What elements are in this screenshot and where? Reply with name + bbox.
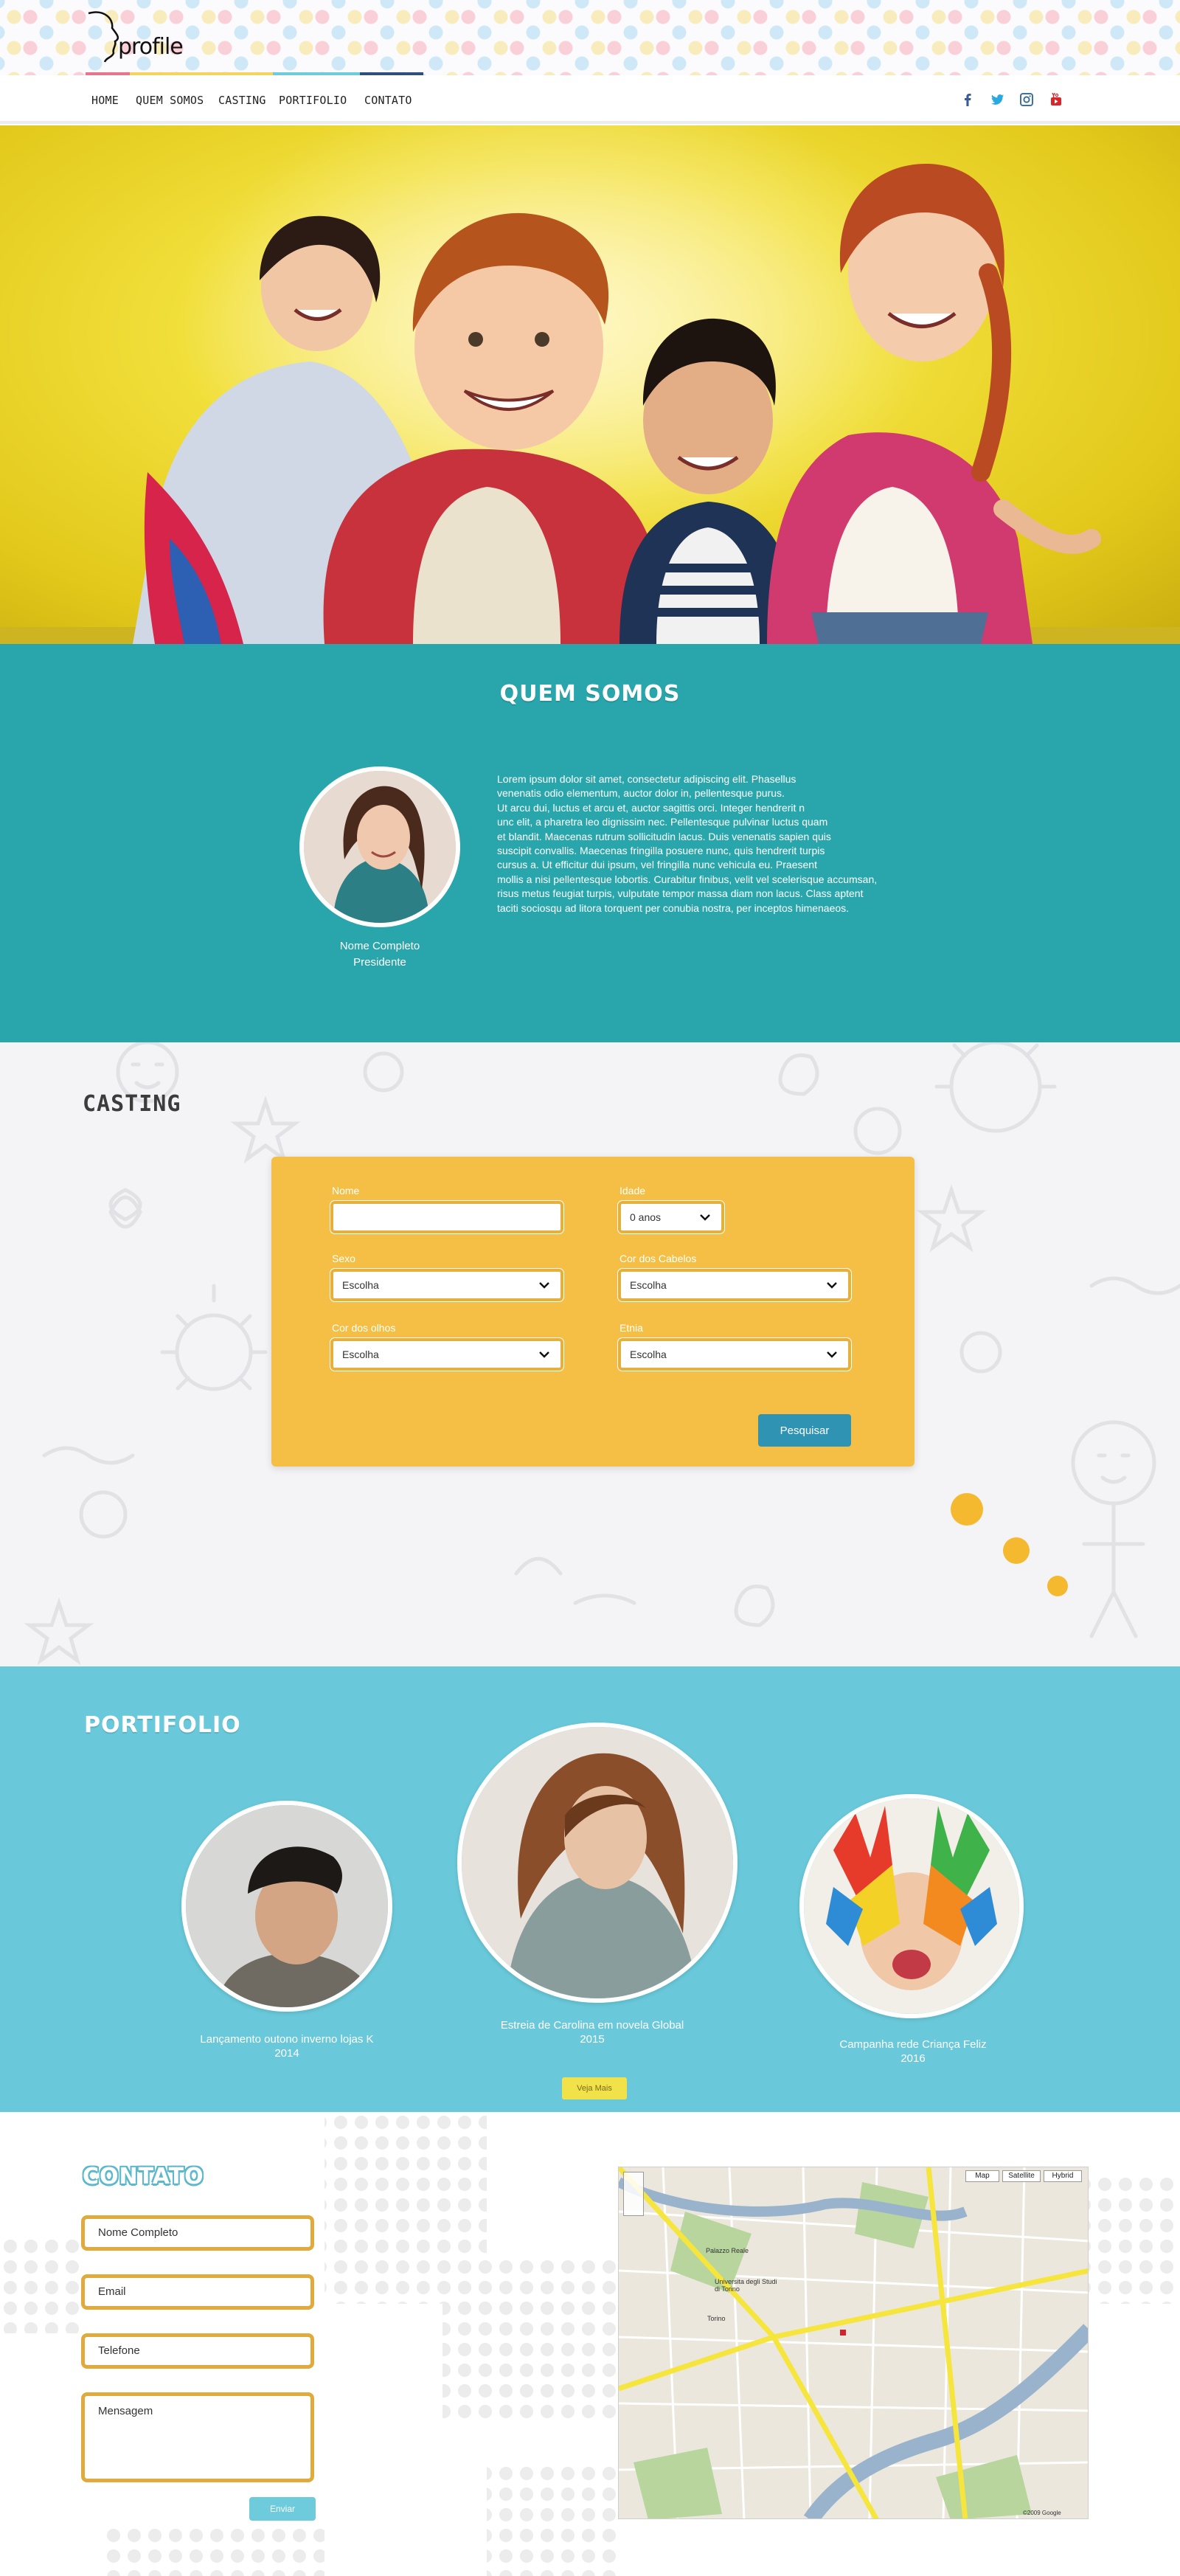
chevron-down-icon	[539, 1282, 549, 1289]
main-nav: HOME QUEM SOMOS CASTING PORTIFOLIO CONTA…	[0, 75, 1180, 124]
about-line: Ut arcu dui, luctus et arcu et, auctor s…	[497, 801, 805, 814]
portfolio-photo-young-woman	[462, 1727, 733, 1998]
chevron-down-icon	[827, 1282, 837, 1289]
see-more-button[interactable]: Veja Mais	[562, 2077, 627, 2099]
map-tiles	[619, 2167, 1088, 2518]
sexo-value: Escolha	[342, 1279, 379, 1291]
map-label-palazzo: Palazzo Reale	[706, 2247, 749, 2254]
portfolio-caption: Campanha rede Criança Feliz 2016	[780, 2037, 1046, 2066]
nav-casting[interactable]: CASTING	[218, 94, 266, 107]
map-view-button[interactable]: Map	[965, 2170, 999, 2182]
about-section: QUEM SOMOS Nome Completo Presidente Lore…	[0, 644, 1180, 1042]
portfolio-caption-title: Lançamento outono inverno lojas K	[200, 2033, 374, 2046]
about-line: risus metus feugiat turpis, vulputate te…	[497, 887, 864, 900]
nav-home[interactable]: HOME	[91, 94, 119, 107]
nome-label: Nome	[332, 1185, 360, 1197]
etnia-label: Etnia	[620, 1322, 643, 1334]
chevron-down-icon	[827, 1351, 837, 1358]
hybrid-view-button[interactable]: Hybrid	[1044, 2170, 1082, 2182]
about-line: suscipit convallis. Maecenas fringilla p…	[497, 845, 825, 857]
idade-value: 0 anos	[630, 1211, 662, 1223]
chevron-down-icon	[700, 1214, 710, 1221]
casting-section: CASTING Nome Idade 0 anos Sexo Escolha C…	[0, 1042, 1180, 1666]
phone-field[interactable]: Telefone	[81, 2333, 314, 2369]
about-line: mollis a nisi pellentesque lobortis. Cur…	[497, 873, 878, 885]
portfolio-photo-painted-hands	[804, 1798, 1019, 2014]
map-attribution: ©2009 Google	[1023, 2510, 1061, 2516]
logo[interactable]: profile	[83, 9, 193, 63]
contact-title: CONTATO	[83, 2164, 204, 2189]
cabelos-value: Escolha	[630, 1279, 667, 1291]
header-banner: profile	[0, 0, 1180, 75]
portfolio-title: PORTIFOLIO	[84, 1712, 241, 1738]
olhos-label: Cor dos olhos	[332, 1322, 396, 1334]
nav-quem-somos[interactable]: QUEM SOMOS	[136, 94, 204, 107]
twitter-icon[interactable]	[988, 90, 1007, 109]
portfolio-caption-title: Estreia de Carolina em novela Global	[500, 2019, 684, 2032]
cabelos-label: Cor dos Cabelos	[620, 1253, 697, 1264]
name-field[interactable]: Nome Completo	[81, 2215, 314, 2251]
chevron-down-icon	[539, 1351, 549, 1358]
hero-banner	[0, 125, 1180, 644]
etnia-value: Escolha	[630, 1348, 667, 1360]
sexo-label: Sexo	[332, 1253, 355, 1264]
portfolio-item-photo[interactable]	[457, 1722, 738, 2003]
olhos-value: Escolha	[342, 1348, 379, 1360]
portfolio-caption-year: 2015	[580, 2033, 605, 2046]
cabelos-select[interactable]: Escolha	[618, 1269, 851, 1301]
president-role: Presidente	[353, 956, 406, 969]
portfolio-item-photo[interactable]	[181, 1801, 392, 2012]
location-map[interactable]: Map Satellite Hybrid Palazzo Reale Unive…	[618, 2167, 1089, 2519]
instagram-icon[interactable]	[1017, 90, 1036, 109]
about-line: taciti sociosqu ad litora torquent per c…	[497, 901, 850, 914]
about-line: cursus a. Ut efficitur dui ipsum, vel fr…	[497, 859, 817, 871]
portfolio-caption: Estreia de Carolina em novela Global 201…	[459, 2018, 725, 2046]
portfolio-caption-year: 2014	[274, 2047, 299, 2060]
portfolio-caption: Lançamento outono inverno lojas K 2014	[154, 2032, 420, 2060]
portfolio-section: PORTIFOLIO Lançamento outono inverno loj…	[0, 1666, 1180, 2112]
email-field[interactable]: Email	[81, 2274, 314, 2310]
portfolio-caption-title: Campanha rede Criança Feliz	[839, 2038, 987, 2051]
portfolio-item-photo[interactable]	[799, 1794, 1024, 2018]
hero-children-illustration	[0, 125, 1180, 644]
about-text: Lorem ipsum dolor sit amet, consectetur …	[497, 772, 910, 915]
nav-portifolio[interactable]: PORTIFOLIO	[279, 94, 347, 107]
president-portrait-photo	[304, 771, 456, 923]
idade-select[interactable]: 0 anos	[618, 1201, 724, 1233]
send-button[interactable]: Enviar	[249, 2497, 316, 2521]
about-avatar	[299, 766, 460, 927]
facebook-icon[interactable]	[958, 90, 977, 109]
decor-dot	[1047, 1576, 1068, 1596]
casting-search-form: Nome Idade 0 anos Sexo Escolha Cor dos C…	[271, 1157, 914, 1467]
about-line: et blandit. Maecenas rutrum sollicitudin…	[497, 830, 831, 842]
president-name: Nome Completo	[339, 940, 420, 952]
about-line: unc elit, a pharetra leo dignissim nec. …	[497, 816, 828, 828]
nome-input[interactable]	[330, 1201, 563, 1233]
about-title: QUEM SOMOS	[499, 681, 681, 707]
portfolio-caption-year: 2016	[900, 2052, 926, 2065]
youtube-icon[interactable]	[1047, 90, 1066, 109]
satellite-view-button[interactable]: Satellite	[1002, 2170, 1041, 2182]
logo-text: profile	[118, 34, 184, 60]
casting-title: CASTING	[83, 1091, 181, 1117]
etnia-select[interactable]: Escolha	[618, 1338, 851, 1371]
nav-contato[interactable]: CONTATO	[364, 94, 412, 107]
map-zoom-control[interactable]	[623, 2172, 644, 2216]
about-line: Lorem ipsum dolor sit amet, consectetur …	[497, 773, 796, 785]
contact-section: CONTATO Nome Completo Email Telefone Men…	[0, 2112, 1180, 2576]
olhos-select[interactable]: Escolha	[330, 1338, 563, 1371]
idade-label: Idade	[620, 1185, 646, 1197]
sexo-select[interactable]: Escolha	[330, 1269, 563, 1301]
decor-dot	[1003, 1537, 1030, 1564]
message-field[interactable]: Mensagem	[81, 2392, 314, 2482]
decor-dot	[951, 1493, 983, 1526]
map-label-university: Universita degli Studi di Torino	[715, 2278, 777, 2293]
search-button[interactable]: Pesquisar	[758, 1414, 851, 1447]
portfolio-photo-young-man	[186, 1805, 388, 2007]
about-line: venenatis odio elementum, auctor dolor i…	[497, 787, 785, 800]
map-label-city: Torino	[707, 2315, 726, 2322]
